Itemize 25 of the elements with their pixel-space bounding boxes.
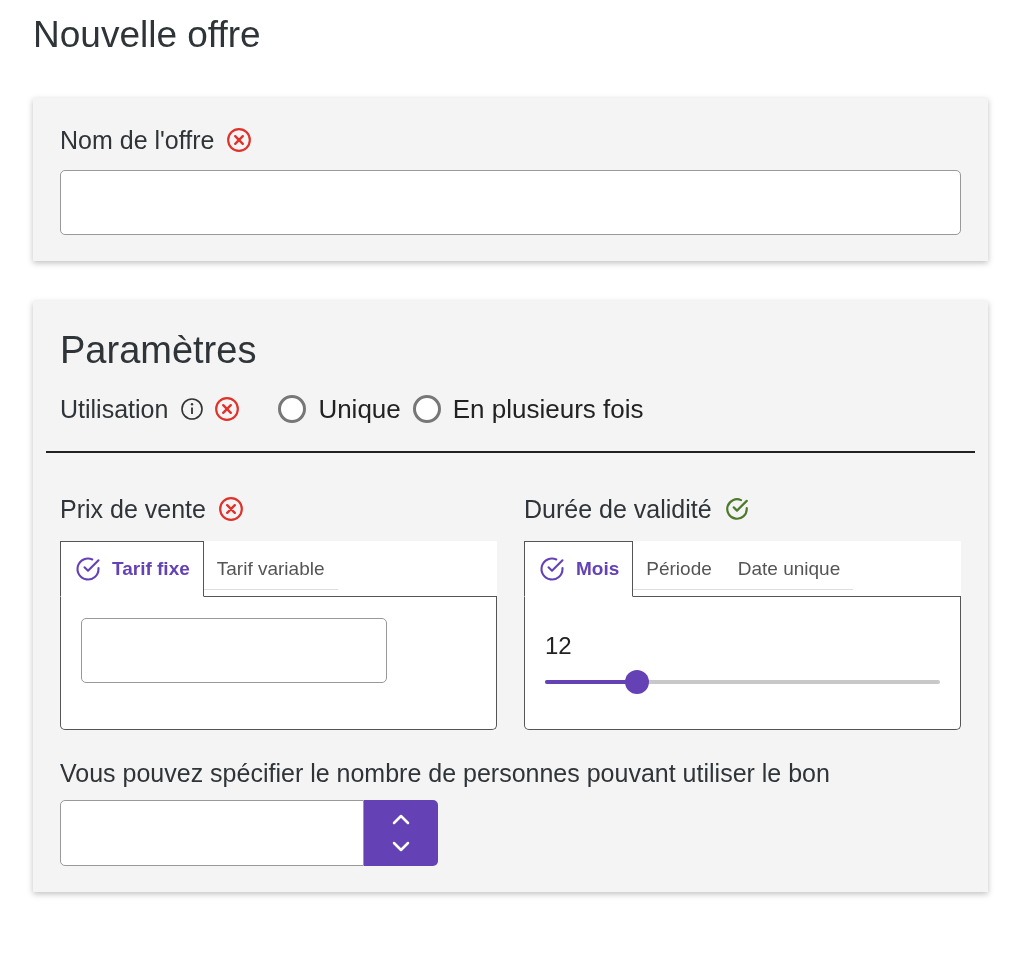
tab[interactable]: Mois (524, 541, 634, 597)
field-label: Utilisation (60, 394, 169, 424)
check-circle-icon (538, 555, 566, 583)
page-title: Nouvelle offre (33, 14, 262, 57)
slider-thumb[interactable] (625, 670, 650, 694)
section-title: Paramètres (60, 329, 258, 373)
field-label: Vous pouvez spécifier le nombre de personnes pouvant utiliser le bon (60, 758, 831, 788)
slider[interactable] (545, 670, 940, 694)
chevron-up-icon (391, 813, 411, 825)
field-label: Nom de l'offre (60, 125, 215, 155)
radio-button[interactable] (412, 395, 441, 423)
option-label[interactable]: Unique (318, 393, 401, 425)
number-input-field[interactable] (60, 800, 364, 866)
slider-value: 12 (545, 632, 573, 660)
info-icon (180, 397, 205, 421)
chevron-down-icon (391, 841, 411, 853)
radio-button[interactable] (278, 395, 307, 423)
name-input-field[interactable] (60, 170, 961, 235)
field-label: Durée de validité (524, 494, 712, 524)
stepper-button[interactable] (364, 800, 438, 866)
option-label[interactable]: En plusieurs fois (452, 393, 644, 425)
check-circle-icon (74, 555, 102, 583)
tab[interactable]: Tarif fixe (60, 541, 204, 597)
field-label: Prix de vente (60, 494, 206, 524)
price-input-field[interactable] (81, 618, 387, 683)
